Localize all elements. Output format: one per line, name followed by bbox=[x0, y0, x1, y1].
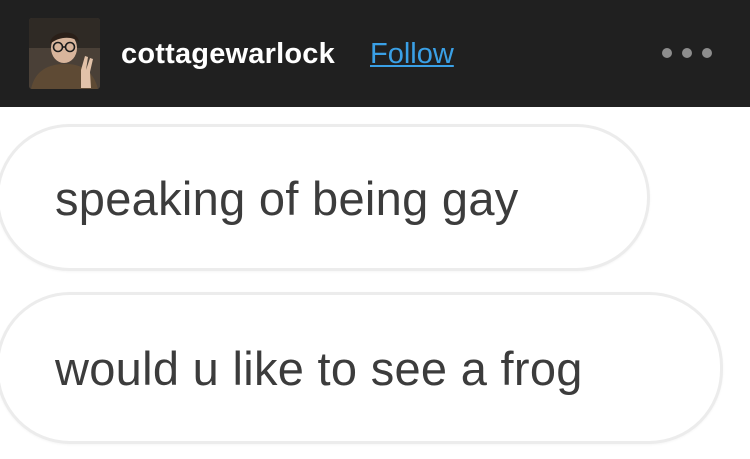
more-options-button[interactable] bbox=[662, 40, 712, 66]
message-bubble: speaking of being gay bbox=[0, 124, 650, 271]
more-dot-icon bbox=[682, 48, 692, 58]
user-avatar[interactable] bbox=[29, 18, 100, 89]
message-bubble: would u like to see a frog bbox=[0, 292, 723, 444]
message-text: would u like to see a frog bbox=[55, 342, 583, 395]
more-dot-icon bbox=[702, 48, 712, 58]
more-dot-icon bbox=[662, 48, 672, 58]
message-text: speaking of being gay bbox=[55, 172, 519, 225]
username[interactable]: cottagewarlock bbox=[121, 36, 335, 72]
avatar-photo-icon bbox=[29, 18, 100, 89]
post-header: cottagewarlock Follow bbox=[0, 0, 750, 107]
follow-link[interactable]: Follow bbox=[370, 36, 454, 72]
